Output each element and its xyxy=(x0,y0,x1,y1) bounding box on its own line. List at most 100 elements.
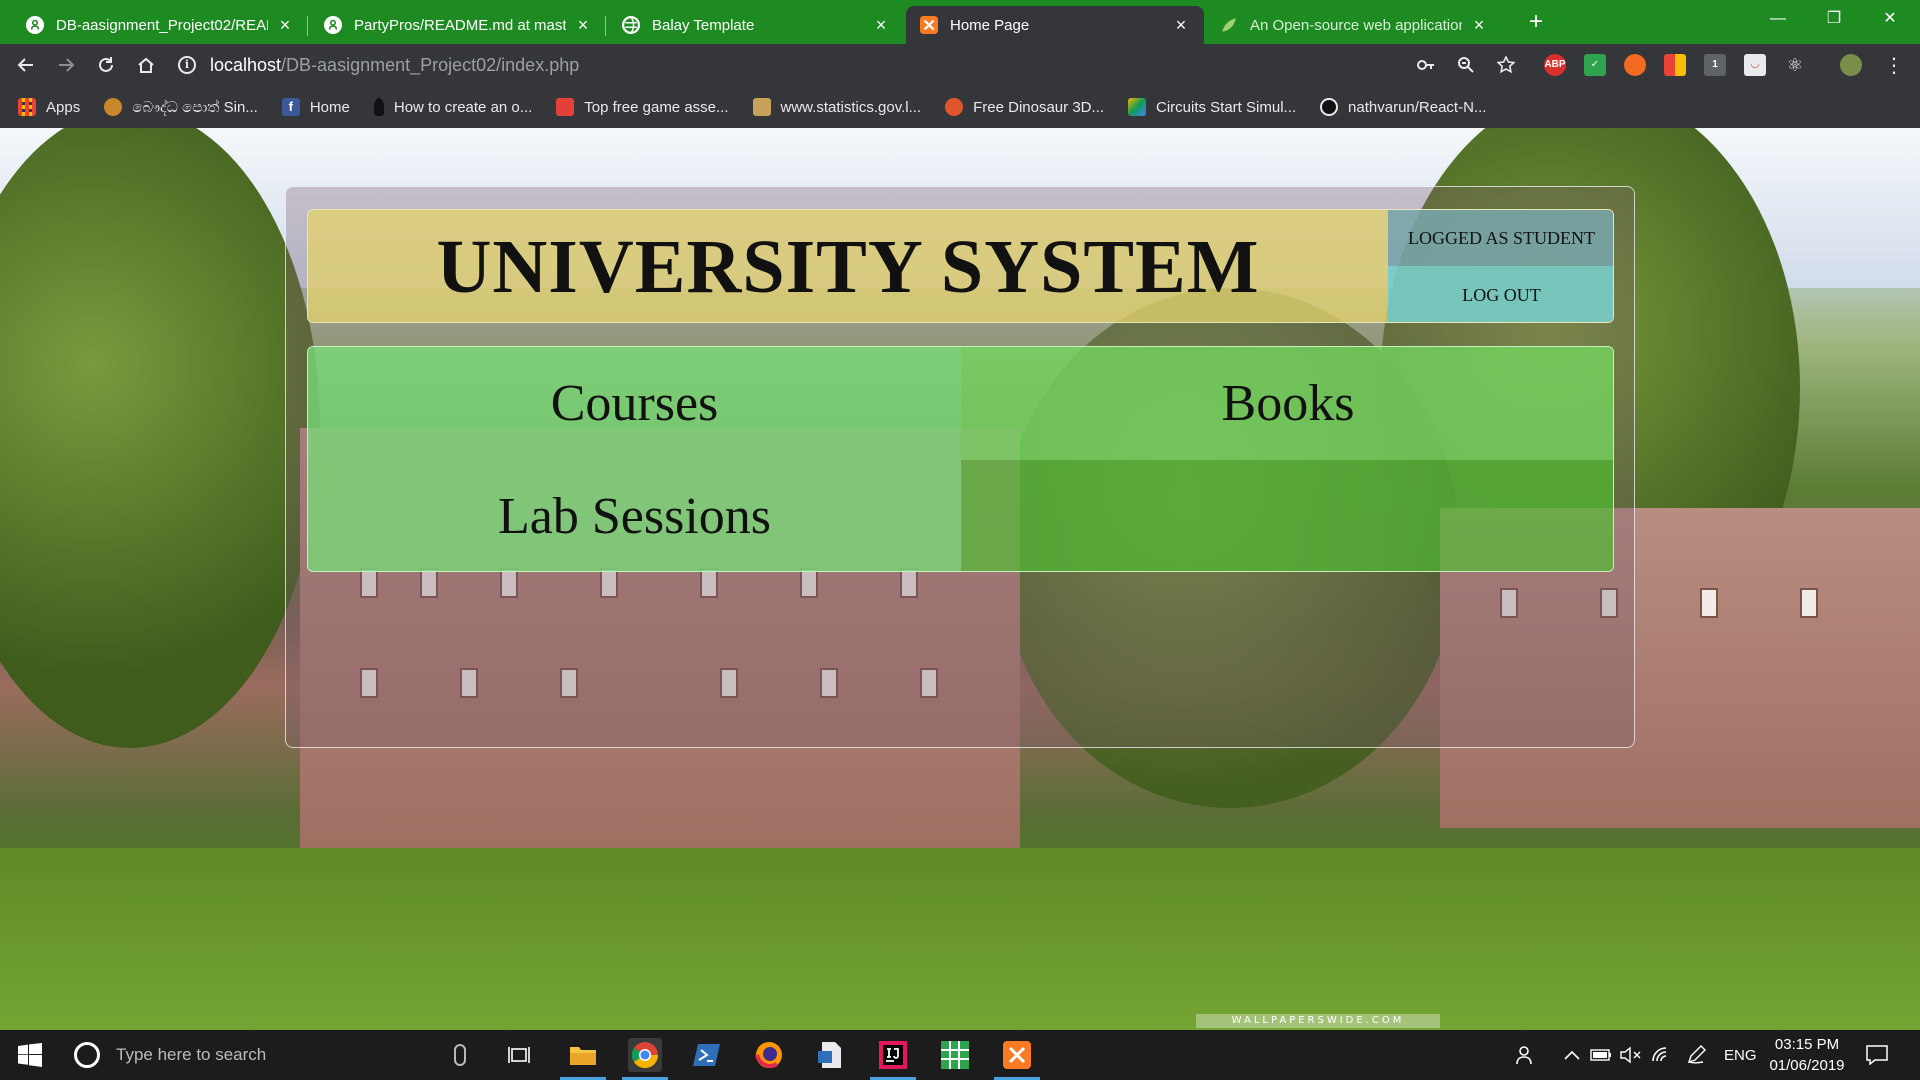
facebook-icon: f xyxy=(281,98,300,116)
leaf-icon xyxy=(1220,16,1238,34)
site-info-icon[interactable]: i xyxy=(178,56,196,74)
tab-title: Balay Template xyxy=(652,16,755,34)
statistics-icon xyxy=(752,98,771,116)
bookmark-facebook-home[interactable]: f Home xyxy=(281,98,350,116)
intellij-icon[interactable] xyxy=(870,1038,916,1080)
taskbar-search[interactable]: Type here to search xyxy=(60,1030,480,1080)
chevron-up-icon[interactable] xyxy=(1564,1030,1580,1080)
language-indicator[interactable]: ENG xyxy=(1724,1030,1757,1080)
url-host: localhost xyxy=(210,54,282,75)
background-tree xyxy=(0,128,320,748)
bookmark-react-native[interactable]: nathvarun/React-N... xyxy=(1320,98,1486,116)
close-tab-icon[interactable]: × xyxy=(872,15,890,36)
github-icon xyxy=(26,16,44,34)
main-menu: Courses Books Lab Sessions xyxy=(307,346,1614,572)
bookmark-apps[interactable]: Apps xyxy=(18,98,80,116)
tab-open-source-app[interactable]: An Open-source web application × xyxy=(1206,6,1502,44)
close-tab-icon[interactable]: × xyxy=(574,15,592,36)
close-tab-icon[interactable]: × xyxy=(1172,15,1190,36)
bookmark-dinosaur[interactable]: Free Dinosaur 3D... xyxy=(945,98,1104,116)
windows-logo-icon xyxy=(18,1043,42,1067)
person-icon xyxy=(373,98,384,116)
xampp-icon xyxy=(920,16,938,34)
page-viewport: WALLPAPERSWIDE.COM UNIVERSITY SYSTEM LOG… xyxy=(0,128,1920,1030)
new-tab-button[interactable]: + xyxy=(1520,6,1552,38)
bookmark-statistics[interactable]: www.statistics.gov.l... xyxy=(752,98,921,116)
tabs-extension-icon[interactable]: 1 xyxy=(1704,54,1726,76)
reload-icon xyxy=(99,57,113,72)
pocket-icon[interactable]: ◡ xyxy=(1744,54,1766,76)
close-tab-icon[interactable]: × xyxy=(276,15,294,36)
page-title: UNIVERSITY SYSTEM xyxy=(436,224,1260,309)
tab-partypros[interactable]: PartyPros/README.md at master × xyxy=(310,6,606,44)
bookmark-buddhist-books[interactable]: බෞද්ධ පොත් Sin... xyxy=(104,98,258,116)
start-button[interactable] xyxy=(10,1042,50,1068)
menu-item-lab-sessions[interactable]: Lab Sessions xyxy=(308,460,961,571)
restore-button[interactable]: ❐ xyxy=(1806,0,1862,38)
store-icon xyxy=(556,98,575,116)
battery-icon[interactable] xyxy=(1590,1030,1612,1080)
browser-toolbar: i localhost /DB-aasignment_Project02/ind… xyxy=(0,44,1920,86)
volume-muted-icon[interactable] xyxy=(1620,1030,1642,1080)
close-tab-icon[interactable]: × xyxy=(1470,15,1488,36)
tab-db-assignment[interactable]: DB-aasignment_Project02/READM × xyxy=(12,6,308,44)
menu-kebab-icon[interactable]: ⋮ xyxy=(1882,53,1906,77)
tab-balay-template[interactable]: Balay Template × xyxy=(608,6,904,44)
github-icon xyxy=(1320,98,1339,116)
tab-home-page[interactable]: Home Page × xyxy=(906,6,1204,44)
search-placeholder: Type here to search xyxy=(116,1045,267,1064)
tab-strip: DB-aasignment_Project02/READM × PartyPro… xyxy=(0,0,1920,44)
menu-item-courses[interactable]: Courses xyxy=(308,347,961,460)
people-icon[interactable] xyxy=(1514,1030,1534,1080)
home-button[interactable] xyxy=(130,49,162,81)
logged-status-label: LOGGED AS STUDENT xyxy=(1388,210,1613,266)
sheets-extension-icon[interactable]: ✓ xyxy=(1584,54,1606,76)
dinosaur-icon xyxy=(945,98,964,116)
forward-button[interactable] xyxy=(50,49,82,81)
menu-item-books[interactable]: Books xyxy=(961,347,1613,460)
tab-title: An Open-source web application xyxy=(1250,16,1462,34)
close-window-button[interactable]: ✕ xyxy=(1862,0,1918,38)
minimize-button[interactable]: — xyxy=(1750,0,1806,38)
google-extension-icon[interactable] xyxy=(1664,54,1686,76)
globe-icon xyxy=(622,16,640,34)
logout-button[interactable]: LOG OUT xyxy=(1388,266,1613,322)
book-icon xyxy=(104,98,123,116)
bookmark-how-to-create[interactable]: How to create an o... xyxy=(373,98,532,116)
bookmark-game-assets[interactable]: Top free game asse... xyxy=(556,98,729,116)
background-lawn xyxy=(0,848,1920,1030)
react-devtools-icon[interactable]: ⚛ xyxy=(1784,54,1806,76)
back-arrow-icon xyxy=(17,58,33,72)
task-view-icon[interactable] xyxy=(502,1038,536,1072)
zoom-icon[interactable] xyxy=(1454,53,1478,77)
bookmark-circuits[interactable]: Circuits Start Simul... xyxy=(1128,98,1296,116)
file-explorer-icon[interactable] xyxy=(560,1038,606,1080)
back-button[interactable] xyxy=(10,49,42,81)
firefox-icon[interactable] xyxy=(752,1038,786,1072)
wifi-icon[interactable] xyxy=(1652,1030,1672,1080)
duckduckgo-icon[interactable] xyxy=(1624,54,1646,76)
document-app-icon[interactable] xyxy=(814,1038,848,1072)
reload-button[interactable] xyxy=(90,49,122,81)
profile-avatar[interactable] xyxy=(1840,54,1862,76)
title-box: UNIVERSITY SYSTEM xyxy=(308,210,1388,322)
grid-app-icon[interactable] xyxy=(938,1038,972,1072)
address-bar[interactable]: i localhost /DB-aasignment_Project02/ind… xyxy=(178,50,1418,80)
wallpaper-watermark: WALLPAPERSWIDE.COM xyxy=(1196,1014,1440,1028)
bookmarks-bar: Apps බෞද්ධ පොත් Sin... f Home How to cre… xyxy=(0,86,1920,128)
xampp-taskbar-icon[interactable] xyxy=(994,1038,1040,1080)
circuits-icon xyxy=(1128,98,1146,116)
system-clock[interactable]: 03:15 PM 01/06/2019 xyxy=(1762,1034,1852,1076)
main-panel: UNIVERSITY SYSTEM LOGGED AS STUDENT LOG … xyxy=(285,186,1635,748)
pen-icon[interactable] xyxy=(1686,1030,1706,1080)
key-icon[interactable] xyxy=(1414,53,1438,77)
bookmark-star-icon[interactable] xyxy=(1494,53,1518,77)
menu-item-empty xyxy=(961,460,1613,571)
powershell-icon[interactable] xyxy=(690,1038,724,1072)
windows-taskbar: Type here to search ENG 03:15 PM 01/06/2… xyxy=(0,1030,1920,1080)
microphone-icon[interactable] xyxy=(454,1044,466,1066)
chrome-icon[interactable] xyxy=(622,1038,668,1080)
notifications-icon[interactable] xyxy=(1866,1030,1888,1080)
tab-title: DB-aasignment_Project02/READM xyxy=(56,16,268,34)
adblock-icon[interactable]: ABP xyxy=(1544,54,1566,76)
